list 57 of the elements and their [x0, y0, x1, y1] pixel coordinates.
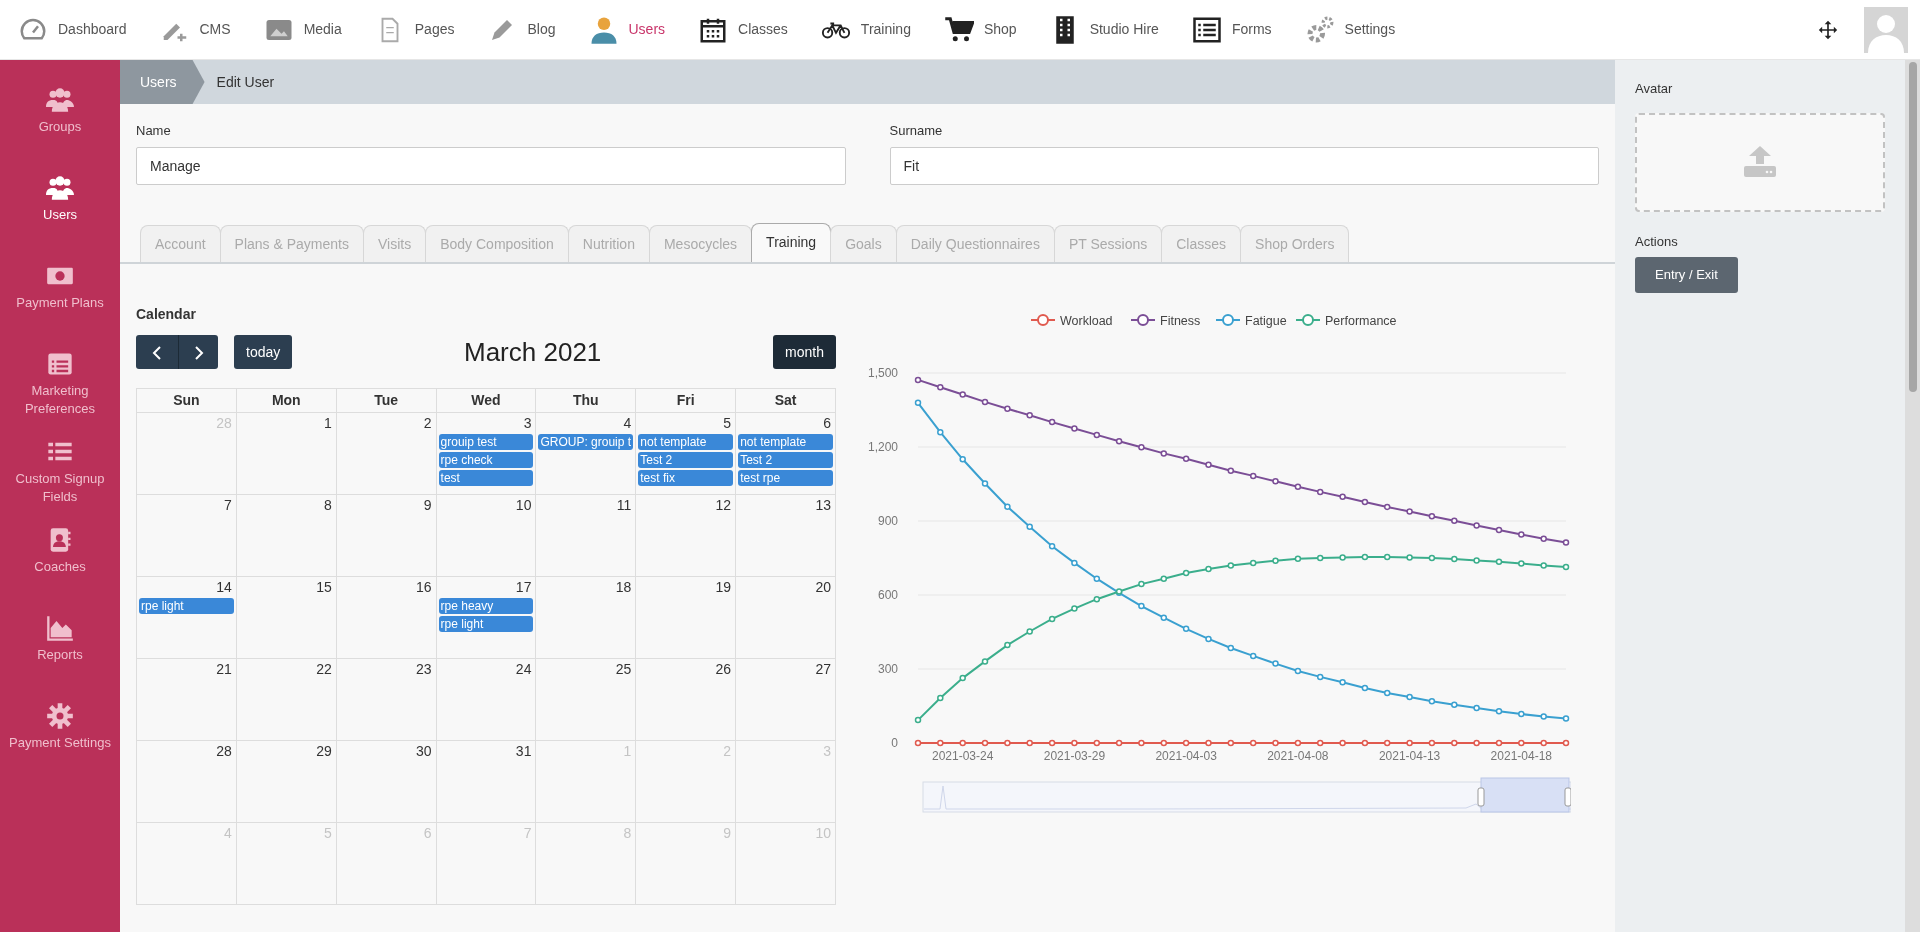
day-number: 19 — [715, 577, 733, 596]
day-number: 26 — [715, 659, 733, 678]
day-number: 29 — [316, 741, 333, 760]
y-axis-label: 1,200 — [867, 439, 898, 454]
section-title: Calendar — [136, 304, 197, 324]
calendar-title: March 2021 — [464, 336, 602, 367]
day-number: 21 — [216, 659, 233, 678]
weekday-header: Mon — [236, 388, 337, 413]
y-axis-label: 600 — [877, 587, 898, 602]
x-axis-label: 2021-04-13 — [1378, 748, 1441, 763]
y-axis-label: 0 — [891, 735, 898, 750]
day-number: 31 — [515, 741, 533, 760]
y-axis-label: 900 — [877, 513, 898, 528]
weekday-header: Tue — [336, 388, 437, 413]
y-axis-label: 1,500 — [867, 365, 898, 380]
day-number: 13 — [815, 495, 832, 514]
field-label: Surname — [889, 122, 943, 140]
day-number: 15 — [316, 577, 333, 596]
weekday-header: Sun — [137, 388, 237, 413]
day-number: 18 — [615, 577, 633, 596]
day-number: 11 — [616, 495, 633, 514]
day-number: 28 — [216, 741, 233, 760]
day-number: 4 — [623, 413, 633, 432]
day-number: 23 — [416, 659, 433, 678]
day-number: 17 — [515, 577, 533, 596]
section-label: Avatar — [1635, 80, 1673, 98]
weekday-header: Sat — [736, 388, 836, 413]
x-axis-label: 2021-04-08 — [1267, 748, 1329, 763]
day-number: 6 — [823, 413, 832, 432]
breadcrumb-current: Edit User — [215, 72, 275, 92]
day-number: 25 — [615, 659, 633, 678]
field-label: Name — [136, 122, 171, 140]
day-number: 22 — [316, 659, 333, 678]
day-number: 20 — [815, 577, 832, 596]
day-number: 8 — [323, 495, 333, 514]
day-number: 14 — [216, 577, 233, 596]
day-number: 16 — [416, 577, 433, 596]
day-number: 12 — [715, 495, 733, 514]
weekday-header: Wed — [436, 388, 537, 413]
day-number: 30 — [416, 741, 433, 760]
day-number: 27 — [815, 659, 832, 678]
weekday-header: Fri — [636, 388, 737, 413]
x-axis-label: 2021-03-29 — [1043, 748, 1106, 763]
x-axis-label: 2021-03-24 — [932, 748, 994, 763]
x-axis-label: 2021-04-18 — [1490, 748, 1552, 763]
day-number: 3 — [523, 413, 533, 432]
day-number: 24 — [515, 659, 533, 678]
x-axis-label: 2021-04-03 — [1155, 748, 1217, 763]
day-number: 10 — [515, 495, 533, 514]
y-axis-label: 300 — [877, 661, 898, 676]
day-number: 1 — [323, 413, 333, 432]
day-number: 9 — [423, 495, 433, 514]
day-number: 7 — [224, 495, 233, 514]
day-number: 5 — [723, 413, 733, 432]
day-number: 2 — [423, 413, 433, 432]
weekday-header: Thu — [536, 388, 637, 413]
section-label: Actions — [1635, 232, 1678, 251]
